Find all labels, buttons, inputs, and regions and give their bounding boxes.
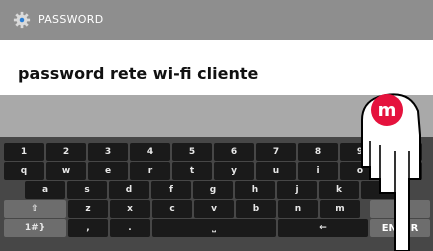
key-v[interactable]: v: [194, 200, 234, 218]
shift-key[interactable]: ⇧: [4, 200, 66, 218]
key-8[interactable]: 8: [298, 143, 338, 161]
pointing-hand-logo: m: [361, 93, 421, 251]
key-u[interactable]: u: [256, 162, 296, 180]
key-7[interactable]: 7: [256, 143, 296, 161]
gear-icon: [13, 11, 31, 29]
space-key[interactable]: ⎵: [152, 219, 276, 237]
key-b[interactable]: b: [236, 200, 276, 218]
key-5[interactable]: 5: [172, 143, 212, 161]
symbols-key[interactable]: 1#}: [4, 219, 66, 237]
key-h[interactable]: h: [235, 181, 275, 199]
key-6[interactable]: 6: [214, 143, 254, 161]
comma-key[interactable]: ,: [68, 219, 108, 237]
input-prompt: password rete wi-fi cliente: [18, 64, 259, 83]
key-c[interactable]: c: [152, 200, 192, 218]
key-j[interactable]: j: [277, 181, 317, 199]
key-q[interactable]: q: [4, 162, 44, 180]
key-y[interactable]: y: [214, 162, 254, 180]
key-s[interactable]: s: [67, 181, 107, 199]
key-w[interactable]: w: [46, 162, 86, 180]
svg-text:m: m: [378, 100, 397, 121]
key-e[interactable]: e: [88, 162, 128, 180]
key-x[interactable]: x: [110, 200, 150, 218]
dot-key[interactable]: .: [110, 219, 150, 237]
key-g[interactable]: g: [193, 181, 233, 199]
key-z[interactable]: z: [68, 200, 108, 218]
key-2[interactable]: 2: [46, 143, 86, 161]
header-bar: PASSWORD: [0, 0, 433, 40]
key-f[interactable]: f: [151, 181, 191, 199]
key-d[interactable]: d: [109, 181, 149, 199]
page-title: PASSWORD: [38, 13, 104, 26]
key-3[interactable]: 3: [88, 143, 128, 161]
key-i[interactable]: i: [298, 162, 338, 180]
key-1[interactable]: 1: [4, 143, 44, 161]
key-r[interactable]: r: [130, 162, 170, 180]
key-t[interactable]: t: [172, 162, 212, 180]
key-4[interactable]: 4: [130, 143, 170, 161]
key-n[interactable]: n: [278, 200, 318, 218]
key-a[interactable]: a: [25, 181, 65, 199]
